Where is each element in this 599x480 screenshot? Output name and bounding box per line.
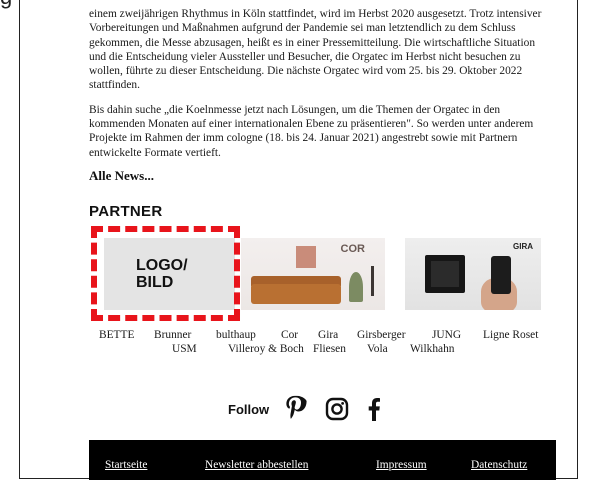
partner-name[interactable]: Vola [367,342,388,356]
all-news-link[interactable]: Alle News... [89,168,154,184]
partner-name[interactable]: BETTE [99,328,134,342]
footer-link-startseite[interactable]: Startseite [105,459,147,471]
partner-name[interactable]: Brunner [154,328,191,342]
partner-name[interactable]: bulthaup [216,328,256,342]
partner-name[interactable]: Ligne Roset [483,328,538,342]
cor-interior-image[interactable]: COR [241,238,385,310]
follow-label: Follow [228,401,270,417]
plant-shape [349,272,363,302]
partner-heading: PARTNER [89,203,163,220]
partner-name[interactable]: Girsberger [357,328,406,342]
follow-bar: Follow [228,394,399,424]
lamp-shape [371,266,374,296]
article-paragraph-2: Bis dahin suche „die Koelnmesse jetzt na… [89,103,534,159]
footer-link-datenschutz[interactable]: Datenschutz [471,459,527,471]
logo-placeholder-dashed-frame [91,226,240,321]
partner-name[interactable]: Fliesen [313,342,346,356]
gira-brand-label: GIRA [513,242,533,251]
article-body: einem zweijährigen Rhythmus in Köln stat… [89,7,549,170]
partner-name[interactable]: Gira [318,328,338,342]
pinterest-icon[interactable] [285,395,307,423]
article-paragraph-1: einem zweijährigen Rhythmus in Köln stat… [89,8,542,92]
footer-bar: Startseite Newsletter abbestellen Impres… [89,440,556,480]
control-panel-shape [425,255,465,293]
instagram-icon[interactable] [325,397,349,421]
cor-brand-label: COR [340,243,365,255]
control-panel-screen [431,261,459,287]
partner-name[interactable]: Cor [281,328,298,342]
top-cut-text: g [0,0,12,10]
footer-link-newsletter-unsubscribe[interactable]: Newsletter abbestellen [205,459,308,471]
sofa-shape [251,284,341,304]
partner-name[interactable]: USM [172,342,197,356]
phone-shape [491,256,511,294]
facebook-icon[interactable] [367,397,381,421]
gira-product-image[interactable]: GIRA [405,238,541,310]
footer-link-impressum[interactable]: Impressum [376,459,427,471]
partner-name[interactable]: JUNG [432,328,461,342]
partner-name[interactable]: Wilkhahn [410,342,454,356]
wall-picture-shape [296,246,316,268]
partner-name[interactable]: Villeroy & Boch [228,342,304,356]
